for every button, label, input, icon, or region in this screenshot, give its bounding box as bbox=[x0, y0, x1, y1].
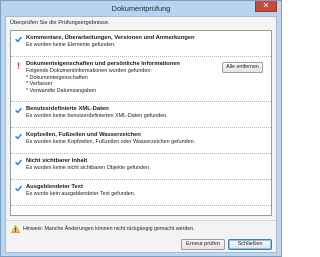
result-description: Folgende Dokumentinformationen wurden ge… bbox=[26, 68, 152, 74]
result-description: Es wurden keine Elemente gefunden. bbox=[26, 42, 116, 48]
check-icon bbox=[15, 133, 22, 140]
result-description: Es wurden keine Kopfzeilen, Fußzeilen od… bbox=[26, 139, 196, 145]
title-bar: Dokumentprüfung ✕ bbox=[1, 1, 281, 15]
result-item-headers-footers: Kopfzeilen, Fußzeilen und Wasserzeichen … bbox=[11, 128, 271, 154]
check-icon bbox=[15, 36, 22, 43]
intro-text: Überprüfen Sie die Prüfungsergebnisse. bbox=[10, 20, 110, 26]
found-item: * Verwandte Datumsangaben bbox=[26, 87, 97, 94]
results-panel: Kommentare, Überarbeitungen, Versionen u… bbox=[10, 30, 272, 216]
result-item-invisible-content: Nicht sichtbarer Inhalt Es wurden keine … bbox=[11, 154, 271, 180]
result-heading: Kopfzeilen, Fußzeilen und Wasserzeichen bbox=[26, 132, 141, 138]
result-item-hidden-text: Ausgeblendeter Text Es wurde kein ausgeb… bbox=[11, 180, 271, 206]
warning-triangle-icon bbox=[11, 225, 20, 233]
check-icon bbox=[15, 159, 22, 166]
dialog-body: Überprüfen Sie die Prüfungsergebnisse. K… bbox=[5, 16, 277, 253]
result-item-custom-xml: Benutzerdefinierte XML-Daten Es wurden k… bbox=[11, 102, 271, 128]
hint-text: Hinweis: Manche Änderungen können nicht … bbox=[23, 226, 195, 232]
window-title: Dokumentprüfung bbox=[111, 4, 171, 13]
document-inspector-window: Dokumentprüfung ✕ Überprüfen Sie die Prü… bbox=[0, 0, 282, 257]
result-description: Es wurde kein ausgeblendeter Text gefund… bbox=[26, 191, 136, 197]
result-description: Es wurden keine nicht sichtbaren Objekte… bbox=[26, 165, 151, 171]
result-item-comments: Kommentare, Überarbeitungen, Versionen u… bbox=[11, 31, 271, 57]
warning-hint: Hinweis: Manche Änderungen können nicht … bbox=[11, 225, 275, 235]
check-icon bbox=[15, 185, 22, 192]
result-description: Es wurden keine benutzerdefinierten XML-… bbox=[26, 113, 168, 119]
result-heading: Nicht sichtbarer Inhalt bbox=[26, 158, 88, 164]
found-items-list: * Dokumenteigenschaften * Verfasser * Ve… bbox=[26, 75, 96, 94]
result-item-document-properties: Dokumenteigenschaften und persönliche In… bbox=[11, 57, 271, 102]
result-heading: Benutzerdefinierte XML-Daten bbox=[26, 106, 109, 112]
remove-all-button[interactable]: Alle entfernen bbox=[222, 62, 263, 73]
result-heading: Ausgeblendeter Text bbox=[26, 184, 83, 190]
close-window-button[interactable]: ✕ bbox=[255, 1, 277, 12]
result-heading: Dokumenteigenschaften und persönliche In… bbox=[26, 61, 180, 67]
exclamation-icon bbox=[17, 62, 20, 69]
check-icon bbox=[15, 107, 22, 114]
divider bbox=[6, 220, 276, 221]
close-button[interactable]: Schließen bbox=[228, 239, 272, 250]
recheck-button[interactable]: Erneut prüfen bbox=[181, 239, 225, 250]
result-heading: Kommentare, Überarbeitungen, Versionen u… bbox=[26, 35, 195, 41]
